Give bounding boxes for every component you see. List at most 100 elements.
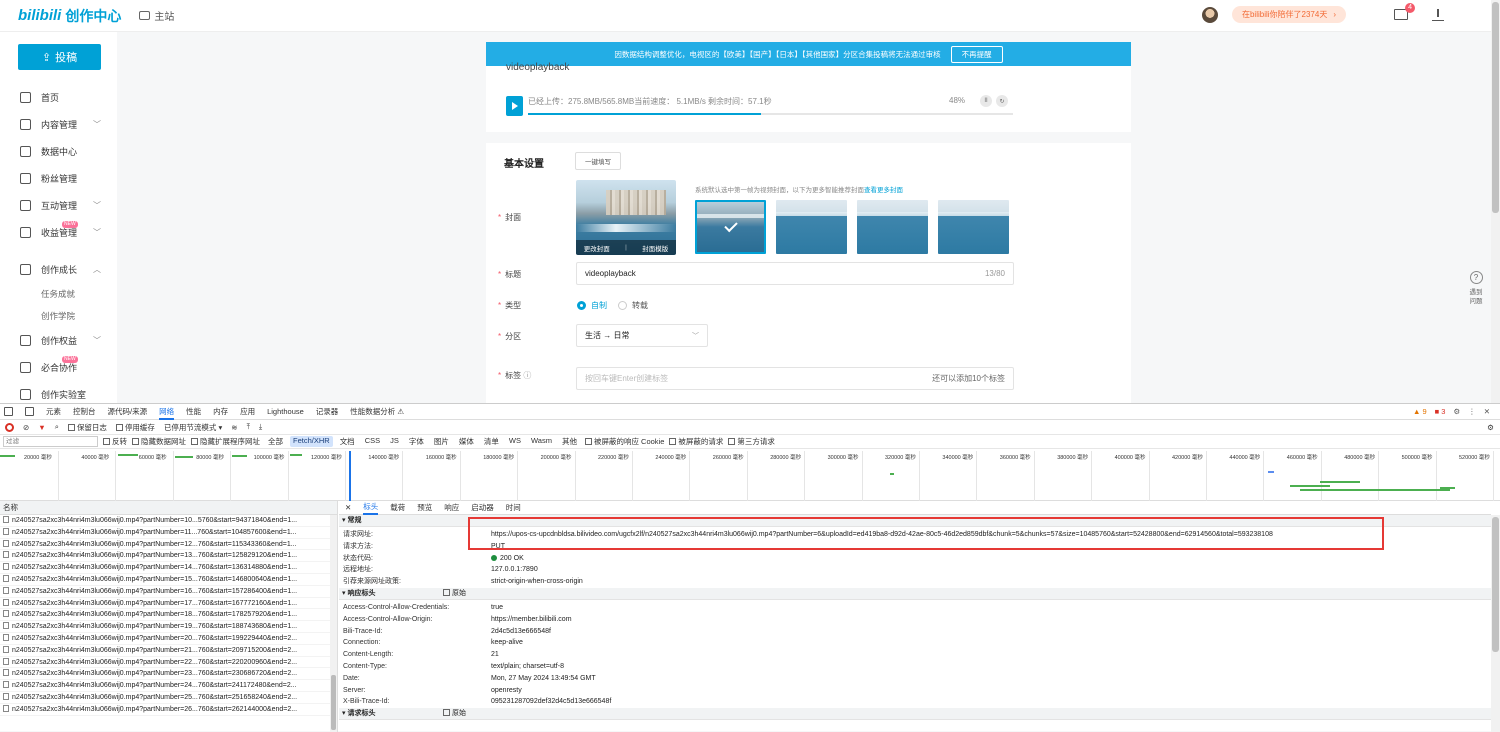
- cover-template-button[interactable]: 封面模版: [642, 243, 668, 253]
- filter-chip-10[interactable]: Wasm: [528, 436, 555, 447]
- network-timeline-overview[interactable]: 20000 毫秒 40000 毫秒 60000 毫秒 80000 毫秒 100000 毫…: [0, 451, 1500, 501]
- search-icon[interactable]: ⌕: [55, 422, 59, 432]
- detail-tab-4[interactable]: 启动器: [471, 502, 494, 513]
- devtools-tab-1[interactable]: 控制台: [73, 406, 96, 417]
- invert-checkbox[interactable]: 反转: [103, 436, 127, 447]
- third-party-checkbox[interactable]: 第三方请求: [728, 436, 775, 447]
- cover-option-1[interactable]: [695, 200, 766, 254]
- sidebar-subitem-8[interactable]: 创作学院: [0, 305, 117, 327]
- detail-scrollbar[interactable]: [1491, 515, 1500, 732]
- sidebar-item-10[interactable]: 必合协作 NEW: [0, 354, 117, 381]
- request-row[interactable]: n240527sa2xc3h44nri4m3lu066wij0.mp4?part…: [0, 692, 337, 704]
- header-value[interactable]: https://member.bilibili.com: [491, 614, 572, 626]
- detail-tab-5[interactable]: 时间: [506, 502, 521, 513]
- response-headers-section[interactable]: ▾ 响应标头 原始: [339, 587, 1491, 600]
- request-row[interactable]: n240527sa2xc3h44nri4m3lu066wij0.mp4?part…: [0, 645, 337, 657]
- hide-data-urls-checkbox[interactable]: 隐藏数据网址: [132, 436, 186, 447]
- devtools-tab-3[interactable]: 网络: [159, 404, 175, 420]
- header-value[interactable]: strict-origin-when-cross-origin: [491, 576, 583, 588]
- mail-icon[interactable]: 4: [1394, 3, 1415, 20]
- dismiss-notice-button[interactable]: 不再提醒: [950, 45, 1003, 63]
- tag-input[interactable]: 按回车键Enter创建标签 还可以添加10个标签: [576, 367, 1014, 390]
- preserve-log-checkbox[interactable]: 保留日志: [67, 422, 107, 433]
- title-input[interactable]: videoplayback 13/80: [576, 262, 1014, 285]
- request-row[interactable]: n240527sa2xc3h44nri4m3lu066wij0.mp4?part…: [0, 574, 337, 586]
- page-scrollbar[interactable]: [1491, 0, 1500, 403]
- sidebar-item-4[interactable]: 互动管理 ﹀: [0, 192, 117, 219]
- change-cover-button[interactable]: 更改封面: [584, 243, 610, 253]
- throttle-select[interactable]: 已停用节流模式 ▾: [164, 422, 222, 433]
- header-value[interactable]: text/plain; charset=utf-8: [491, 661, 564, 673]
- days-companion-pill[interactable]: 在bilibili你陪伴了2374天 ›: [1231, 6, 1346, 23]
- import-har-icon[interactable]: ⤒: [247, 422, 250, 432]
- close-detail-icon[interactable]: ✕: [345, 503, 351, 512]
- sidebar-item-5[interactable]: 收益管理 ﹀ NEW: [0, 219, 117, 246]
- hide-extension-urls-checkbox[interactable]: 隐藏扩展程序网址: [191, 436, 260, 447]
- header-value[interactable]: 127.0.0.1:7890: [491, 564, 538, 576]
- more-options-icon[interactable]: ⋮: [1468, 407, 1476, 416]
- post-button[interactable]: ⇪ 投稿: [18, 44, 101, 70]
- disable-cache-checkbox[interactable]: 停用缓存: [115, 422, 155, 433]
- detail-tab-3[interactable]: 响应: [444, 502, 459, 513]
- request-raw-toggle[interactable]: 原始: [443, 708, 466, 720]
- devtools-tab-7[interactable]: Lighthouse: [267, 407, 304, 416]
- request-row[interactable]: n240527sa2xc3h44nri4m3lu066wij0.mp4?part…: [0, 621, 337, 633]
- cover-option-3[interactable]: [857, 200, 928, 254]
- type-self-radio[interactable]: [577, 301, 586, 310]
- header-value[interactable]: 095231287092def32d4c5d13e666548f: [491, 696, 611, 708]
- raw-toggle[interactable]: 原始: [443, 588, 466, 600]
- request-row[interactable]: n240527sa2xc3h44nri4m3lu066wij0.mp4?part…: [0, 680, 337, 692]
- filter-chip-9[interactable]: WS: [506, 436, 524, 447]
- filter-chip-5[interactable]: 字体: [406, 436, 427, 447]
- header-value[interactable]: true: [491, 602, 503, 614]
- sidebar-item-2[interactable]: 数据中心: [0, 138, 117, 165]
- request-row[interactable]: n240527sa2xc3h44nri4m3lu066wij0.mp4?part…: [0, 598, 337, 610]
- type-repost-radio[interactable]: [618, 301, 627, 310]
- header-value[interactable]: 21: [491, 649, 499, 661]
- sidebar-item-9[interactable]: 创作权益 ﹀: [0, 327, 117, 354]
- sidebar-item-6[interactable]: 创作成长 ︿: [0, 256, 117, 283]
- request-row[interactable]: n240527sa2xc3h44nri4m3lu066wij0.mp4?part…: [0, 562, 337, 574]
- request-list-scrollbar[interactable]: [330, 515, 337, 732]
- filter-chip-0[interactable]: 全部: [265, 436, 286, 447]
- request-headers-section[interactable]: ▾ 请求标头 原始: [339, 708, 1491, 721]
- blocked-requests-checkbox[interactable]: 被屏蔽的请求: [669, 436, 723, 447]
- filter-icon[interactable]: ▼: [38, 423, 45, 432]
- devtools-tab-2[interactable]: 源代码/来源: [108, 406, 148, 417]
- filter-chip-1[interactable]: Fetch/XHR: [290, 436, 333, 447]
- sidebar-item-3[interactable]: 粉丝管理: [0, 165, 117, 192]
- request-row[interactable]: n240527sa2xc3h44nri4m3lu066wij0.mp4?part…: [0, 704, 337, 716]
- export-har-icon[interactable]: ⤓: [259, 422, 262, 432]
- more-covers-link[interactable]: 查看更多封面: [864, 187, 903, 194]
- filter-chip-8[interactable]: 清单: [481, 436, 502, 447]
- creator-center-logo[interactable]: bilibili 创作中心: [18, 6, 121, 26]
- header-value[interactable]: Mon, 27 May 2024 13:49:54 GMT: [491, 673, 596, 685]
- filter-input[interactable]: [3, 436, 98, 447]
- sidebar-item-1[interactable]: 内容管理 ﹀: [0, 111, 117, 138]
- request-row[interactable]: n240527sa2xc3h44nri4m3lu066wij0.mp4?part…: [0, 539, 337, 551]
- settings-gear-icon[interactable]: ⚙: [1453, 407, 1460, 416]
- one-click-fill-button[interactable]: 一键填写: [575, 152, 621, 170]
- devtools-tab-8[interactable]: 记录器: [316, 406, 339, 417]
- inspect-icon[interactable]: [4, 407, 13, 416]
- network-settings-icon[interactable]: ⚙: [1487, 423, 1494, 432]
- download-icon[interactable]: [1432, 8, 1444, 21]
- devtools-tab-6[interactable]: 应用: [240, 406, 255, 417]
- request-row[interactable]: n240527sa2xc3h44nri4m3lu066wij0.mp4?part…: [0, 657, 337, 669]
- filter-chip-3[interactable]: CSS: [362, 436, 383, 447]
- sidebar-subitem-7[interactable]: 任务成就: [0, 283, 117, 305]
- filter-chip-2[interactable]: 文档: [337, 436, 358, 447]
- filter-chip-6[interactable]: 图片: [431, 436, 452, 447]
- request-row[interactable]: n240527sa2xc3h44nri4m3lu066wij0.mp4?part…: [0, 586, 337, 598]
- devtools-tab-5[interactable]: 内存: [213, 406, 228, 417]
- main-site-link[interactable]: 主站: [139, 8, 174, 23]
- devtools-tab-9[interactable]: 性能数据分析 ⚠: [350, 406, 404, 417]
- request-row[interactable]: n240527sa2xc3h44nri4m3lu066wij0.mp4?part…: [0, 515, 337, 527]
- pause-icon[interactable]: II: [980, 95, 992, 107]
- detail-tab-0[interactable]: 标头: [363, 501, 379, 515]
- zone-select[interactable]: 生活 → 日常 ﹀: [576, 324, 708, 347]
- wifi-icon[interactable]: ≋: [231, 423, 237, 432]
- errors-count[interactable]: ■ 3: [1435, 407, 1446, 416]
- request-row[interactable]: n240527sa2xc3h44nri4m3lu066wij0.mp4?part…: [0, 550, 337, 563]
- device-toggle-icon[interactable]: [25, 407, 34, 416]
